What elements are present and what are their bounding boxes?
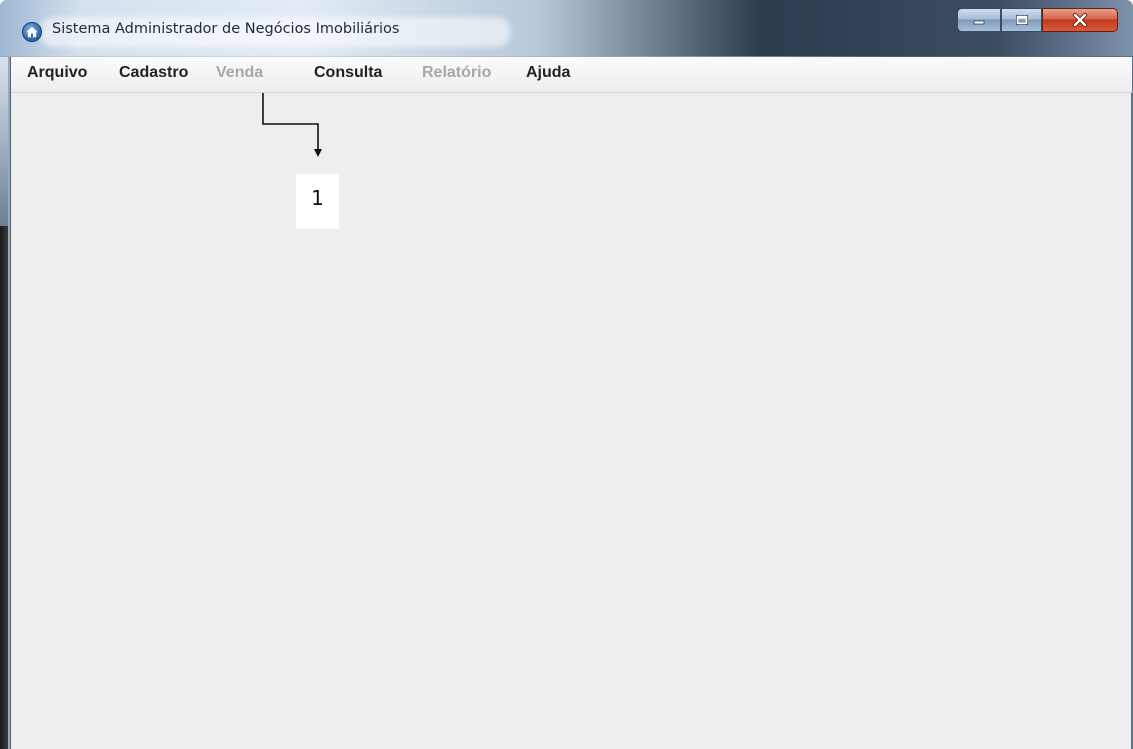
house-icon[interactable]: [22, 22, 42, 42]
window-title: Sistema Administrador de Negócios Imobil…: [52, 21, 400, 37]
callout-label: 1: [296, 174, 339, 229]
minimize-button[interactable]: [957, 8, 1001, 32]
application-window: Sistema Administrador de Negócios Imobil…: [0, 0, 1133, 749]
window-frame-left: [0, 226, 8, 749]
window-frame-left-top: [0, 57, 8, 226]
menu-ajuda[interactable]: Ajuda: [526, 64, 570, 82]
maximize-icon: [1015, 15, 1028, 25]
close-button[interactable]: [1042, 8, 1118, 32]
close-icon: [1073, 13, 1087, 27]
menu-relatorio: Relatório: [422, 64, 492, 81]
title-bar[interactable]: Sistema Administrador de Negócios Imobil…: [0, 0, 1133, 56]
callout-number: 1: [311, 186, 324, 210]
minimize-icon: [973, 20, 985, 25]
client-area: Arquivo Cadastro Venda Consulta Relatóri…: [10, 57, 1132, 749]
maximize-button[interactable]: [1001, 8, 1042, 32]
callout-arrow: [262, 93, 322, 157]
